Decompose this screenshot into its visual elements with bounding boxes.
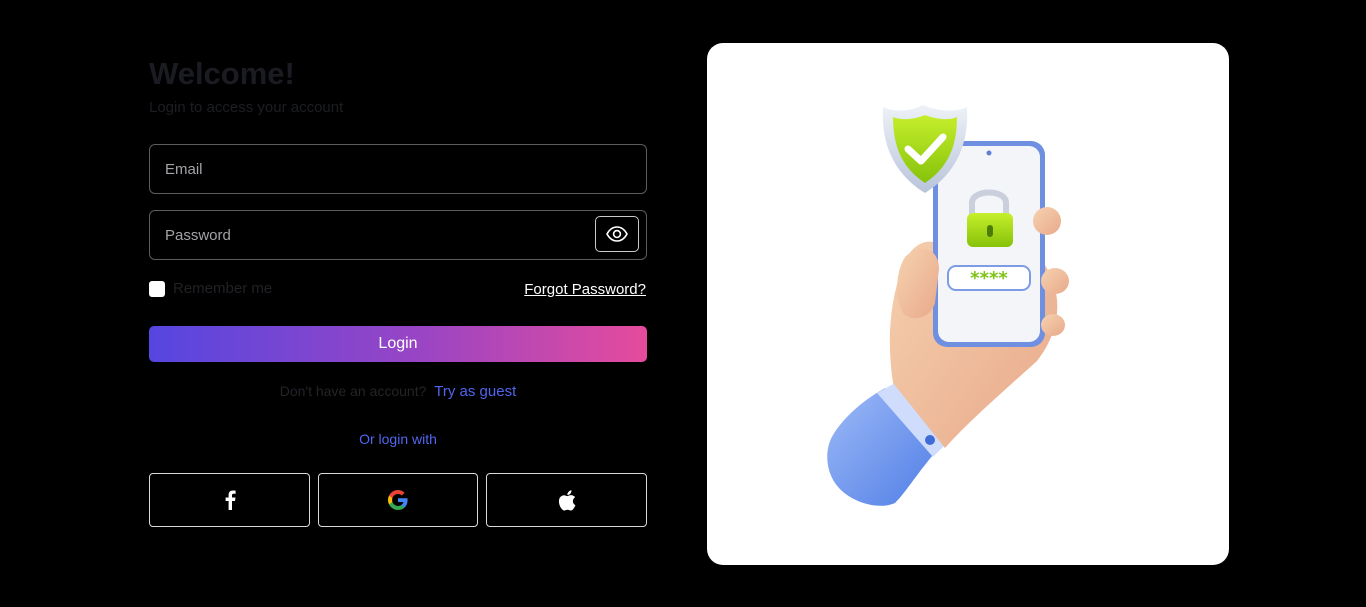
facebook-login-button[interactable] bbox=[149, 473, 310, 527]
remember-me-label: Remember me bbox=[173, 280, 273, 297]
phone-security-illustration: **** bbox=[827, 105, 1069, 506]
facebook-icon bbox=[225, 490, 236, 510]
apple-login-button[interactable] bbox=[486, 473, 647, 527]
eye-icon bbox=[606, 226, 628, 242]
password-field-container bbox=[149, 210, 647, 260]
forgot-password-link[interactable]: Forgot Password? bbox=[524, 281, 646, 298]
toggle-password-visibility-button[interactable] bbox=[595, 216, 639, 252]
login-page: Welcome! Login to access your account Re… bbox=[0, 0, 1366, 607]
signup-row: Don't have an account? Try as guest bbox=[149, 383, 647, 400]
google-icon bbox=[388, 490, 408, 510]
page-subtitle: Login to access your account bbox=[149, 99, 344, 116]
remember-me-checkbox[interactable] bbox=[149, 280, 165, 297]
remember-me-row: Remember me bbox=[149, 280, 272, 297]
google-login-button[interactable] bbox=[318, 473, 478, 527]
try-as-guest-link[interactable]: Try as guest bbox=[434, 383, 516, 400]
apple-icon bbox=[558, 489, 575, 511]
phone-device: **** bbox=[933, 141, 1045, 347]
pin-mask-text: **** bbox=[970, 268, 1008, 289]
login-button[interactable]: Login bbox=[149, 326, 647, 362]
illustration-card: **** bbox=[707, 43, 1229, 565]
thumb-shape bbox=[897, 248, 939, 319]
password-field[interactable] bbox=[150, 211, 646, 259]
email-field-container bbox=[149, 144, 647, 194]
social-divider-label: Or login with bbox=[359, 431, 437, 447]
signup-prompt: Don't have an account? bbox=[279, 383, 427, 399]
page-title: Welcome! bbox=[149, 56, 295, 91]
email-field[interactable] bbox=[150, 145, 646, 193]
